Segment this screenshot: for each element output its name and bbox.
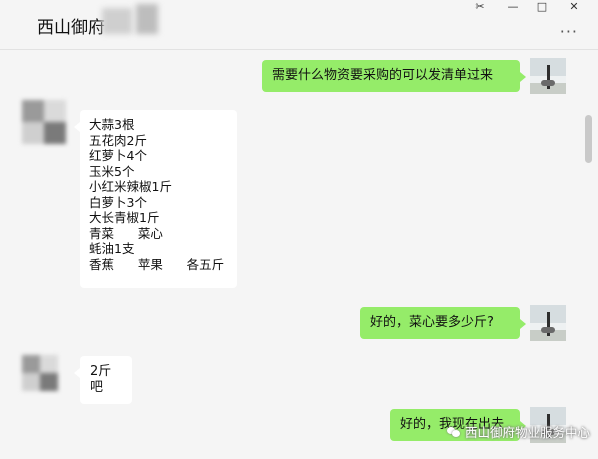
message-list[interactable]: 需要什么物资要采购的可以发清单过来 大蒜3根 五花肉2斤 红萝卜4个 玉米5个 … [0,50,598,459]
close-button[interactable]: ✕ [563,0,585,14]
list-item: 红萝卜4个 [89,148,147,163]
scrollbar[interactable] [585,115,592,163]
list-item: 香蕉 苹果 各五斤 [89,256,225,272]
self-avatar[interactable] [530,58,566,94]
message-text: 2斤吧 [90,364,112,395]
message-bubble-incoming[interactable]: 2斤吧 [74,356,132,404]
chat-title: 西山御府 [37,18,105,38]
minimize-button[interactable]: — [502,0,524,14]
pin-button[interactable]: ✂ [469,0,491,14]
watermark-text: 西山御府物业服务中心 [464,425,590,440]
watermark: 西山御府物业服务中心 [446,422,590,441]
list-item: 大蒜3根 [89,117,135,132]
list-item: 五花肉2斤 [89,132,147,148]
wechat-icon [446,426,461,438]
list-item: 玉米5个 [89,163,135,179]
message-bubble-incoming[interactable]: 大蒜3根 五花肉2斤 红萝卜4个 玉米5个 小红米辣椒1斤 白萝卜3个 大长青椒… [74,110,237,288]
message-bubble-outgoing[interactable]: 好的，菜心要多少斤? [360,307,526,339]
contact-avatar[interactable] [22,355,58,391]
title-bar: 西山御府 ✂ — □ ✕ ··· [0,0,598,50]
list-item: 蚝油1支 [89,241,135,256]
message-text: 需要什么物资要采购的可以发清单过来 [272,68,494,83]
list-item: 青菜 菜心 [89,225,163,241]
title-blur [102,8,132,34]
maximize-button[interactable]: □ [531,0,553,14]
list-item: 白萝卜3个 [89,194,147,210]
message-text: 好的，菜心要多少斤? [370,315,494,330]
self-avatar[interactable] [530,305,566,341]
more-options-button[interactable]: ··· [560,22,578,41]
list-item: 大长青椒1斤 [89,210,160,225]
message-bubble-outgoing[interactable]: 需要什么物资要采购的可以发清单过来 [262,60,526,92]
contact-avatar[interactable] [22,100,66,144]
title-blur [136,4,158,34]
list-item: 小红米辣椒1斤 [89,179,172,194]
